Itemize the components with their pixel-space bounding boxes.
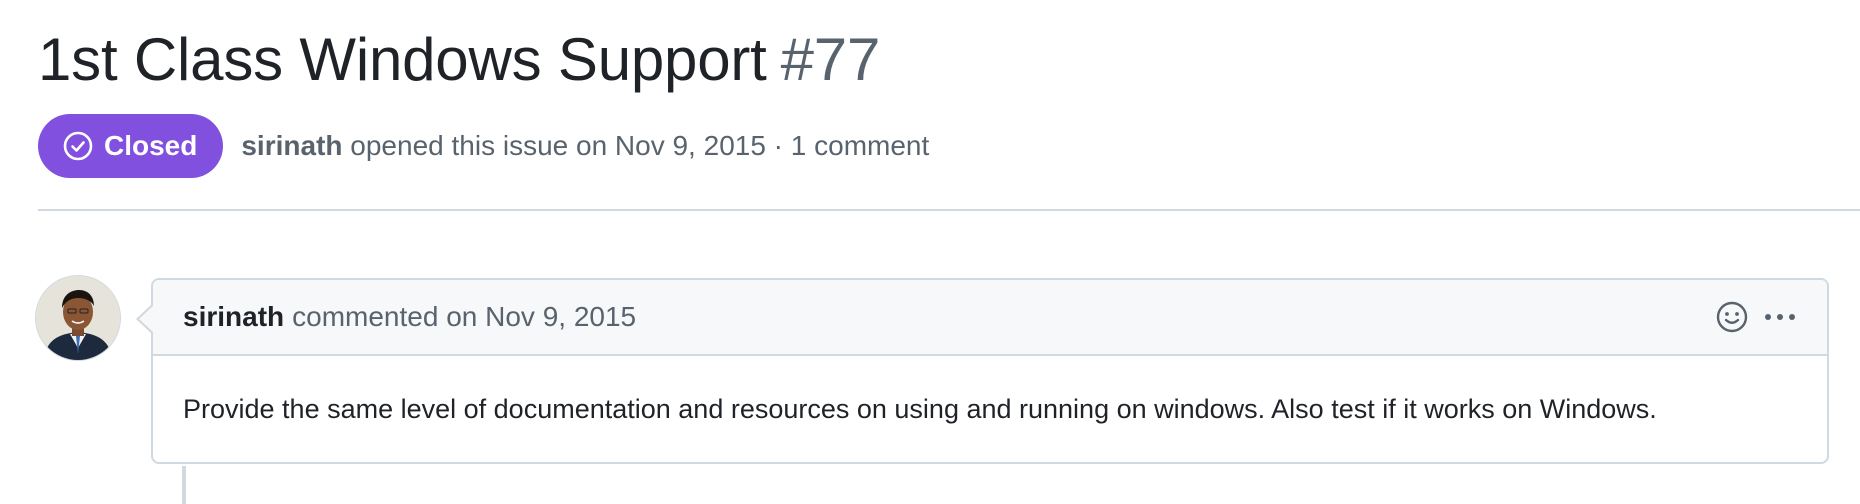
issue-meta: Closed sirinath opened this issue on Nov… xyxy=(38,114,929,178)
issue-author-link[interactable]: sirinath xyxy=(241,130,342,161)
comment-timestamp[interactable]: commented on Nov 9, 2015 xyxy=(292,301,636,333)
issue-title-text: 1st Class Windows Support xyxy=(38,26,767,93)
issue-title: 1st Class Windows Support #77 xyxy=(38,18,1860,102)
timeline-line xyxy=(182,466,186,504)
avatar[interactable] xyxy=(36,276,120,360)
issue-opened-text: opened this issue on Nov 9, 2015 · 1 com… xyxy=(350,130,930,161)
issue-number: #77 xyxy=(780,26,881,93)
issue-meta-text: sirinath opened this issue on Nov 9, 201… xyxy=(241,130,929,162)
smiley-icon[interactable] xyxy=(1715,300,1749,334)
comment-box: sirinath commented on Nov 9, 2015 Provid… xyxy=(151,278,1829,464)
comment-body: Provide the same level of documentation … xyxy=(183,393,1657,424)
header-divider xyxy=(38,209,1860,211)
status-badge: Closed xyxy=(38,114,224,178)
comment-actions xyxy=(1715,280,1799,354)
status-label: Closed xyxy=(104,130,198,161)
comment-arrow-fill xyxy=(139,306,153,332)
comment-header: sirinath commented on Nov 9, 2015 xyxy=(153,280,1827,356)
avatar-image xyxy=(36,276,120,360)
comment-author-link[interactable]: sirinath xyxy=(183,301,284,333)
issue-header: 1st Class Windows Support #77 xyxy=(38,18,1860,102)
check-circle-icon xyxy=(63,131,93,161)
kebab-horizontal-icon[interactable] xyxy=(1761,300,1799,334)
